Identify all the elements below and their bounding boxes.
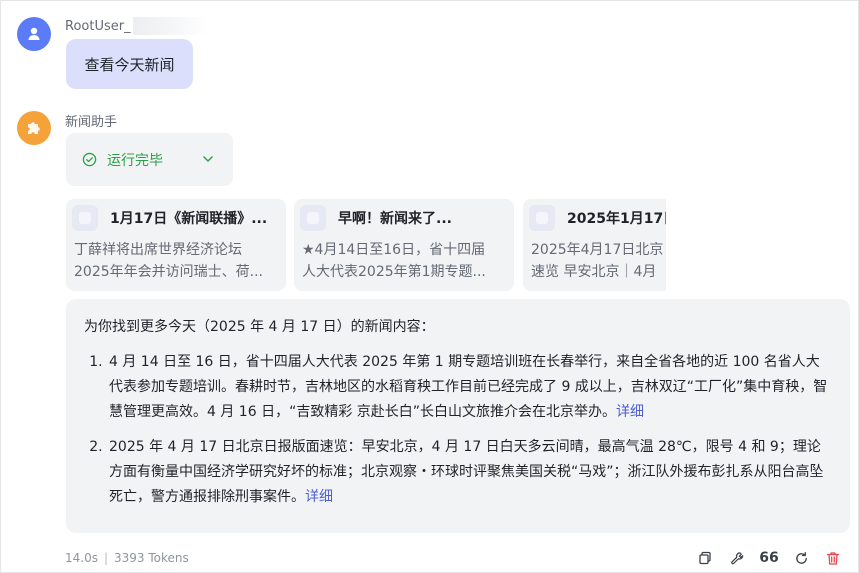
source-card-snippet: 丁薛祥将出席世界经济论坛 2025年年会并访问瑞士、荷... [74,239,278,283]
source-cards: 1月17日《新闻联播》... 丁薛祥将出席世界经济论坛 2025年年会并访问瑞士… [66,199,666,291]
user-avatar [17,17,51,51]
chevron-down-icon[interactable] [201,152,215,166]
refresh-icon[interactable] [792,549,810,567]
wrench-icon[interactable] [728,549,746,567]
source-card-snippet: 2025年4月17日北京 速览 早安北京｜4月 [531,239,666,283]
user-name: RootUser_ [65,17,207,35]
news-item-text: 2025 年 4 月 17 日北京日报版面速览：早安北京，4 月 17 日白天多… [109,439,824,505]
puzzle-icon [25,119,43,137]
source-card[interactable]: 2025年1月17日 2025年4月17日北京 速览 早安北京｜4月 [523,199,666,291]
bot-name: 新闻助手 [65,115,118,130]
token-count: 3393 Tokens [114,551,189,565]
source-card-snippet: ★4月14日至16日，省十四届 人大代表2025年第1期专题... [302,239,506,283]
user-message: 查看今天新闻 [66,39,193,89]
source-card[interactable]: 1月17日《新闻联播》... 丁薛祥将出席世界经济论坛 2025年年会并访问瑞士… [66,199,286,291]
run-status-toggle[interactable]: 运行完毕 [66,133,233,186]
user-name-text: RootUser_ [65,18,131,34]
user-message-text: 查看今天新闻 [84,55,175,74]
source-thumbnail [529,205,555,231]
source-card-title: 2025年1月17日 [567,211,666,227]
source-thumbnail [72,205,98,231]
check-circle-icon [82,152,97,167]
source-card-title: 1月17日《新闻联播》... [110,211,268,227]
detail-link[interactable]: 详细 [305,489,333,505]
bot-avatar [17,111,51,145]
source-thumbnail [300,205,326,231]
list-item: 2025 年 4 月 17 日北京日报版面速览：早安北京，4 月 17 日白天多… [107,435,832,510]
snippet-line: 2025年4月17日北京 [531,242,664,258]
snippet-line: 速览 早安北京｜4月 [531,264,657,280]
user-name-mask [132,17,207,35]
trash-icon[interactable] [824,549,842,567]
quote-icon[interactable]: 66 [759,549,778,567]
news-list: 4 月 14 日至 16 日，省十四届人大代表 2025 年第 1 期专题培训班… [84,350,832,510]
source-card-title: 早啊！新闻来了... [338,211,452,227]
copy-icon[interactable] [696,549,714,567]
response-time: 14.0s [65,551,98,565]
message-toolbar: 66 [696,549,842,567]
run-status-text: 运行完毕 [107,152,163,169]
user-icon [26,26,42,42]
list-item: 4 月 14 日至 16 日，省十四届人大代表 2025 年第 1 期专题培训班… [107,350,832,425]
answer-intro: 为你找到更多今天（2025 年 4 月 17 日）的新闻内容： [84,319,435,335]
detail-link[interactable]: 详细 [616,404,644,420]
snippet-line: 人大代表2025年第1期专题... [302,264,486,280]
source-card[interactable]: 早啊！新闻来了... ★4月14日至16日，省十四届 人大代表2025年第1期专… [294,199,514,291]
snippet-line: 2025年年会并访问瑞士、荷... [74,264,263,280]
snippet-line: 丁薛祥将出席世界经济论坛 [74,242,242,258]
snippet-line: ★4月14日至16日，省十四届 [302,242,486,258]
response-meta: 14.0s | 3393 Tokens [65,551,189,565]
answer-panel: 为你找到更多今天（2025 年 4 月 17 日）的新闻内容： 4 月 14 日… [66,299,850,533]
news-item-text: 4 月 14 日至 16 日，省十四届人大代表 2025 年第 1 期专题培训班… [109,354,828,420]
